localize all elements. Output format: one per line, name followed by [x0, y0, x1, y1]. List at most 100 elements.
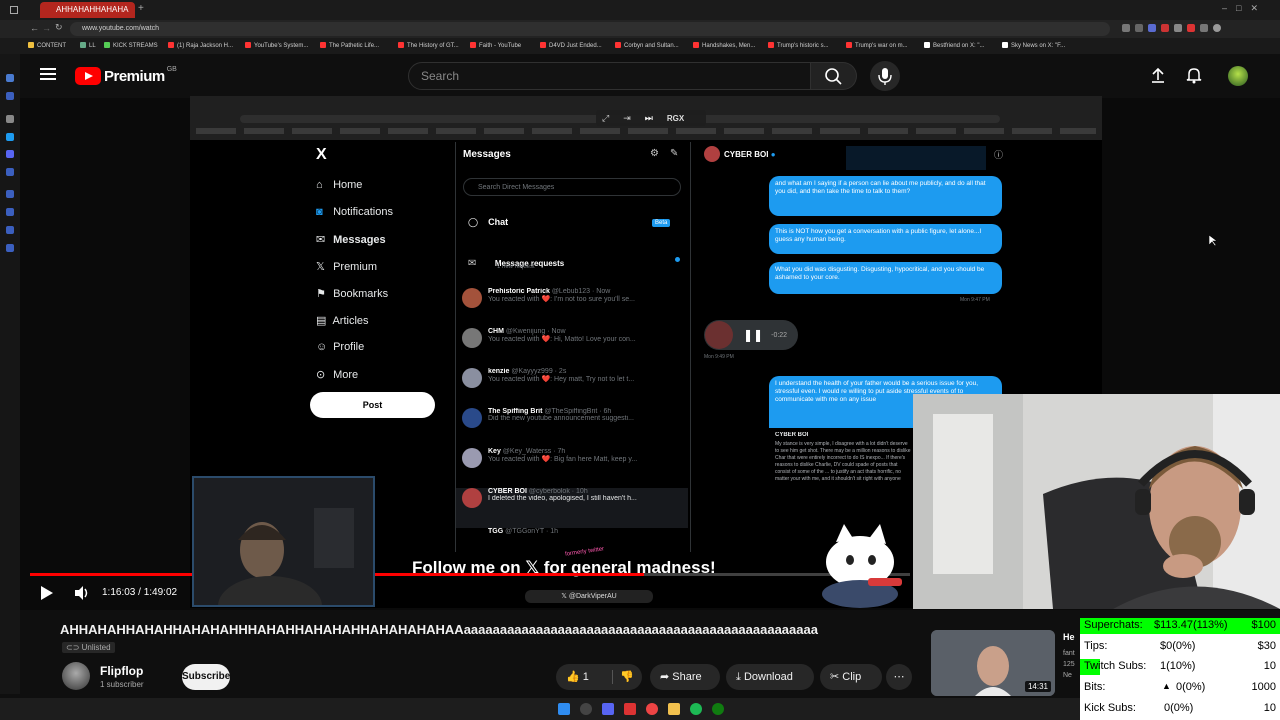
sidebar-app-icon[interactable] [6, 92, 14, 100]
forward-icon[interactable]: → [42, 23, 51, 33]
list-item[interactable]: Prehistoric Patrick @Lebub123 · Now You … [462, 288, 688, 328]
youtube-logo[interactable]: Premium GB [75, 66, 177, 86]
post-button[interactable]: Post [310, 392, 435, 418]
download-button[interactable]: ⤓ Download [726, 664, 814, 690]
chat-info-icon[interactable]: ⓘ [994, 148, 1003, 161]
search-button[interactable] [811, 62, 857, 90]
bookmark-item[interactable]: LL [80, 40, 96, 52]
bookmark-item[interactable]: CONTENT [28, 40, 66, 52]
extension-icon[interactable] [1148, 24, 1156, 32]
url-field[interactable]: www.youtube.com/watch [70, 22, 1110, 36]
sidebar-app-icon[interactable] [6, 244, 14, 252]
nav-home[interactable]: ⌂ Home [316, 179, 362, 191]
nav-premium[interactable]: 𝕏 Premium [316, 260, 377, 273]
bookmark-item[interactable]: KICK STREAMS [104, 40, 158, 52]
browser-icon[interactable] [624, 703, 636, 715]
channel-avatar[interactable] [62, 662, 90, 690]
like-button[interactable]: 👍 1 [566, 664, 589, 690]
hamburger-menu-icon[interactable] [40, 68, 56, 80]
article-icon: ▤ [316, 315, 327, 327]
windows-start-icon[interactable] [558, 703, 570, 715]
voice-message[interactable]: ❚❚ -0:22 [704, 320, 798, 350]
sidebar-app-icon[interactable] [6, 190, 14, 198]
clip-button[interactable]: ✂ Clip [820, 664, 882, 690]
list-item[interactable]: kenzie @Kayyyz999 · 2s You reacted with … [462, 368, 688, 408]
new-tab-button[interactable]: + [138, 3, 144, 14]
voice-search-button[interactable] [870, 61, 900, 91]
bookmark-item[interactable]: (1) Raja Jackson H... [168, 40, 233, 52]
sidebar-app-icon[interactable] [6, 74, 14, 82]
bookmark-item[interactable]: Trump's war on m... [846, 40, 908, 52]
search-icon[interactable] [580, 703, 592, 715]
extension-icon[interactable] [1174, 24, 1182, 32]
bookmark-item[interactable]: D4VD Just Ended... [540, 40, 602, 52]
nav-bookmarks[interactable]: ⚑ Bookmarks [316, 287, 388, 300]
list-item[interactable]: CYBER BOI @cyberbolok · 10h I deleted th… [456, 488, 688, 528]
dm-search-input[interactable]: Search Direct Messages [463, 178, 681, 196]
exit-icon[interactable]: ⇥ [623, 113, 631, 124]
bookmark-item[interactable]: Faith - YouTube [470, 40, 521, 52]
window-controls[interactable]: –□✕ [1222, 3, 1267, 14]
bookmark-item[interactable]: Corbyn and Sultan... [615, 40, 679, 52]
extension-icon[interactable] [1187, 24, 1195, 32]
avatar [462, 488, 482, 508]
sidebar-app-icon[interactable] [6, 150, 14, 158]
bookmark-item[interactable]: Handshakes, Men... [693, 40, 755, 52]
list-item[interactable]: Key @Key_Waterss · 7h You reacted with ❤… [462, 448, 688, 488]
bookmark-item[interactable]: The History of GT... [398, 40, 459, 52]
bookmark-item[interactable]: Sky News on X: "F... [1002, 40, 1065, 52]
nav-notifications[interactable]: ◙ Notifications [316, 206, 393, 218]
bookmark-item[interactable]: The Pathetic Life... [320, 40, 379, 52]
list-item[interactable]: The Spiffing Brit @TheSpiffingBrit · 6h … [462, 408, 688, 448]
back-icon[interactable]: ← [30, 23, 39, 33]
profile-icon[interactable] [1213, 24, 1221, 32]
sidebar-app-icon[interactable] [6, 133, 14, 141]
more-actions-button[interactable]: ⋯ [886, 664, 912, 690]
channel-name[interactable]: Flipflop [100, 664, 143, 678]
bookmark-item[interactable]: YouTube's System... [245, 40, 308, 52]
nav-articles[interactable]: ▤ Articles [316, 314, 369, 327]
volume-button[interactable] [74, 585, 90, 606]
nav-messages[interactable]: ✉ Messages [316, 233, 386, 246]
reload-icon[interactable]: ↻ [55, 22, 63, 33]
recommended-thumbnail[interactable]: 14:31 [931, 630, 1055, 696]
nav-profile[interactable]: ☺ Profile [316, 341, 364, 353]
dislike-button[interactable]: 👎 [620, 664, 634, 690]
extension-icon[interactable] [1200, 24, 1208, 32]
extension-icon[interactable] [1135, 24, 1143, 32]
skip-next-icon[interactable]: ⏭ [645, 113, 653, 124]
sidebar-app-icon[interactable] [6, 226, 14, 234]
subscribe-button[interactable]: Subscribe [182, 664, 230, 690]
play-button[interactable] [40, 585, 54, 606]
share-button[interactable]: ➦ Share [650, 664, 720, 690]
avatar[interactable] [1228, 66, 1248, 86]
xbox-icon[interactable] [712, 703, 724, 715]
notifications-bell-icon[interactable] [1186, 66, 1202, 89]
list-item[interactable]: CHM @Kwenijung · Now You reacted with ❤️… [462, 328, 688, 368]
profile-icon: ☺ [316, 341, 328, 353]
bookmark-item[interactable]: Trump's historic s... [768, 40, 829, 52]
nav-more[interactable]: ⊙ More [316, 368, 358, 381]
window-menu-icon[interactable] [10, 6, 18, 14]
x-logo-icon[interactable]: X [316, 146, 327, 164]
settings-icon[interactable]: ⚙ [650, 148, 659, 159]
bookmark-item[interactable]: Bestfriend on X: "... [924, 40, 985, 52]
compose-message-icon[interactable]: ✎ [670, 148, 678, 159]
folder-icon[interactable] [668, 703, 680, 715]
extension-icon[interactable] [1161, 24, 1169, 32]
discord-icon[interactable] [602, 703, 614, 715]
zoom-icon[interactable] [1122, 24, 1130, 32]
extensions-bar[interactable] [1122, 24, 1272, 34]
recommended-title[interactable]: He [1063, 632, 1075, 642]
spotify-icon[interactable] [690, 703, 702, 715]
sidebar-app-icon[interactable] [6, 208, 14, 216]
chat-row[interactable]: ◯ Chat [468, 217, 508, 228]
sidebar-app-icon[interactable] [6, 168, 14, 176]
browser-tab-active[interactable]: AHHAHAHHAHAHA [40, 2, 135, 18]
fullscreen-icon[interactable]: ⤢ [602, 113, 609, 124]
chrome-icon[interactable] [646, 703, 658, 715]
upload-icon[interactable] [1150, 66, 1166, 89]
search-input[interactable]: Search [408, 62, 811, 90]
sidebar-app-icon[interactable] [6, 115, 14, 123]
pause-icon[interactable]: ❚❚ [743, 328, 763, 342]
